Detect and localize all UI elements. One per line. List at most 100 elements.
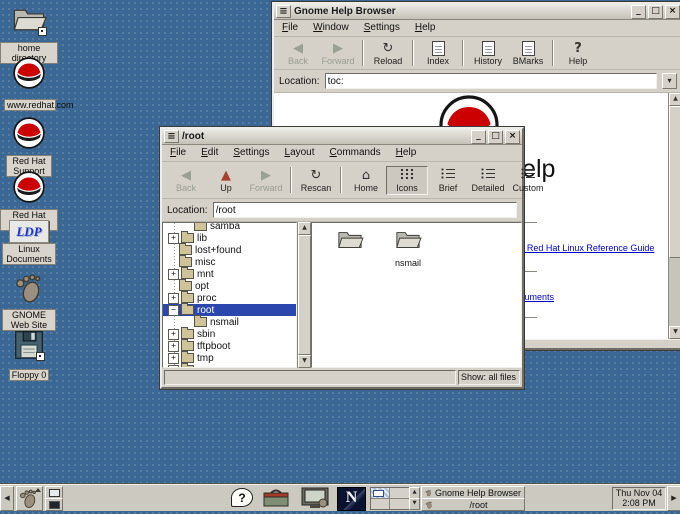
menu-settings[interactable]: Settings bbox=[364, 22, 400, 33]
detailed-view-button[interactable]: Detailed bbox=[468, 167, 508, 194]
pager-desktop[interactable] bbox=[390, 499, 409, 510]
window-menu-icon[interactable]: ≡ bbox=[276, 5, 291, 18]
file-titlebar[interactable]: ≡ /root _ □ × bbox=[162, 129, 522, 145]
expand-plus-icon[interactable]: + bbox=[168, 269, 179, 280]
documents-link[interactable]: cuments bbox=[520, 292, 554, 302]
help-vertical-scrollbar[interactable]: ▲ ▼ bbox=[668, 93, 680, 339]
panel-hide-right-button[interactable]: ▶ bbox=[667, 486, 680, 511]
expand-plus-icon[interactable]: + bbox=[168, 365, 179, 369]
custom-view-icon bbox=[510, 168, 546, 183]
back-label: Back bbox=[288, 56, 308, 66]
bmarks-button[interactable]: BMarks bbox=[508, 40, 548, 67]
close-button[interactable]: × bbox=[665, 5, 680, 19]
help-launcher[interactable]: ? bbox=[228, 486, 256, 509]
desktop-icon-label: GNOME Web Site bbox=[2, 309, 56, 331]
reference-guide-link[interactable]: | Red Hat Linux Reference Guide bbox=[522, 243, 654, 253]
menu-window[interactable]: Window bbox=[313, 22, 349, 33]
back-button[interactable]: ◀Back bbox=[278, 40, 318, 67]
desktop-icon-floppy-0[interactable]: Floppy 0 bbox=[4, 330, 54, 383]
clock-applet[interactable]: Thu Nov 04 2:08 PM bbox=[612, 487, 666, 510]
scroll-down-icon[interactable]: ▼ bbox=[298, 355, 311, 368]
tree-item-selected[interactable]: −root bbox=[163, 304, 296, 316]
help-button[interactable]: ?Help bbox=[558, 40, 598, 67]
menu-file[interactable]: File bbox=[170, 147, 186, 158]
minimize-button[interactable]: _ bbox=[471, 130, 486, 144]
folder-icon bbox=[179, 257, 192, 267]
expand-plus-icon[interactable]: + bbox=[168, 233, 179, 244]
terminal-launcher[interactable] bbox=[300, 487, 332, 509]
ldp-logo-text: LDP bbox=[16, 224, 41, 239]
home-button[interactable]: ⌂Home bbox=[346, 167, 386, 194]
config-tool-launcher[interactable] bbox=[262, 487, 292, 509]
expand-plus-icon[interactable]: + bbox=[168, 341, 179, 352]
desktop-icon-www-redhat-com[interactable]: www.redhat.com bbox=[4, 56, 54, 113]
tree-scrollbar[interactable]: ▲ ▼ bbox=[297, 222, 311, 368]
ldp-logo-icon: LDP bbox=[9, 220, 49, 243]
tree-item-label: usr bbox=[197, 365, 211, 369]
monitor-dark-icon bbox=[49, 501, 60, 509]
netscape-launcher[interactable]: N bbox=[337, 487, 366, 511]
clock-date: Thu Nov 04 bbox=[613, 488, 665, 498]
collapse-minus-icon[interactable]: − bbox=[168, 305, 179, 316]
expand-plus-icon[interactable]: + bbox=[168, 353, 179, 364]
back-button[interactable]: ◀Back bbox=[166, 167, 206, 194]
maximize-button[interactable]: □ bbox=[488, 130, 503, 144]
location-input[interactable] bbox=[213, 202, 517, 218]
rescan-button[interactable]: ↻Rescan bbox=[296, 167, 336, 194]
close-button[interactable]: × bbox=[505, 130, 520, 144]
desktop-icon-gnome-web-site[interactable]: GNOME Web Site bbox=[2, 272, 56, 333]
pager-desktop[interactable] bbox=[390, 488, 409, 499]
tree-item[interactable]: + usr bbox=[163, 364, 296, 368]
clock-time: 2:08 PM bbox=[613, 498, 665, 508]
location-input[interactable] bbox=[325, 73, 657, 89]
pager-desktop[interactable] bbox=[371, 499, 390, 510]
menu-edit[interactable]: Edit bbox=[201, 147, 218, 158]
history-button[interactable]: History bbox=[468, 40, 508, 67]
minimize-button[interactable]: _ bbox=[631, 5, 646, 19]
tree-item-label: samba bbox=[210, 222, 240, 232]
reload-icon: ↻ bbox=[370, 41, 406, 56]
up-button[interactable]: ▲Up bbox=[206, 167, 246, 194]
menu-help[interactable]: Help bbox=[396, 147, 417, 158]
forward-label: Forward bbox=[249, 183, 282, 193]
icons-view-button[interactable]: Icons bbox=[386, 166, 428, 195]
desktop-icon-label: www.redhat.com bbox=[4, 99, 56, 111]
file-item[interactable] bbox=[328, 227, 372, 258]
reload-button[interactable]: ↻Reload bbox=[368, 40, 408, 67]
scrollbar-thumb[interactable] bbox=[298, 235, 311, 355]
main-menu-button[interactable] bbox=[16, 486, 43, 511]
scroll-down-icon[interactable]: ▼ bbox=[669, 326, 680, 339]
back-icon: ◀ bbox=[168, 168, 204, 183]
toolbox-icon bbox=[262, 487, 290, 509]
brief-view-button[interactable]: Brief bbox=[428, 167, 468, 194]
panel-mini-applet-bottom[interactable] bbox=[45, 498, 63, 511]
menu-layout[interactable]: Layout bbox=[285, 147, 315, 158]
desktop-icon-linux-documents[interactable]: LDP Linux Documents bbox=[2, 220, 56, 267]
desk-guide-pager[interactable] bbox=[370, 487, 410, 510]
menu-help[interactable]: Help bbox=[415, 22, 436, 33]
scroll-up-icon[interactable]: ▲ bbox=[669, 93, 680, 106]
expand-plus-icon[interactable]: + bbox=[168, 329, 179, 340]
folder-icon bbox=[181, 293, 194, 303]
maximize-button[interactable]: □ bbox=[648, 5, 663, 19]
pager-desktop-active[interactable] bbox=[371, 488, 390, 499]
panel-hide-left-button[interactable]: ◀ bbox=[0, 486, 14, 511]
menu-file[interactable]: File bbox=[282, 22, 298, 33]
custom-view-button[interactable]: Custom bbox=[508, 167, 548, 194]
expand-plus-icon[interactable]: + bbox=[168, 293, 179, 304]
help-titlebar[interactable]: ≡ Gnome Help Browser _ □ × bbox=[274, 4, 680, 20]
scrollbar-thumb[interactable] bbox=[669, 106, 680, 258]
forward-button[interactable]: ▶Forward bbox=[318, 40, 358, 67]
menu-commands[interactable]: Commands bbox=[330, 147, 381, 158]
menu-settings[interactable]: Settings bbox=[233, 147, 269, 158]
forward-button[interactable]: ▶Forward bbox=[246, 167, 286, 194]
location-dropdown-button[interactable]: ▾ bbox=[662, 73, 677, 89]
index-button[interactable]: Index bbox=[418, 40, 458, 67]
tasklist-root[interactable]: /root bbox=[421, 498, 525, 511]
pager-down-button[interactable]: ▼ bbox=[409, 498, 420, 510]
home-icon: ⌂ bbox=[348, 168, 384, 183]
question-balloon-icon: ? bbox=[231, 488, 253, 507]
scroll-up-icon[interactable]: ▲ bbox=[298, 222, 311, 235]
window-menu-icon[interactable]: ≡ bbox=[164, 130, 179, 143]
file-item[interactable]: nsmail bbox=[386, 227, 430, 268]
